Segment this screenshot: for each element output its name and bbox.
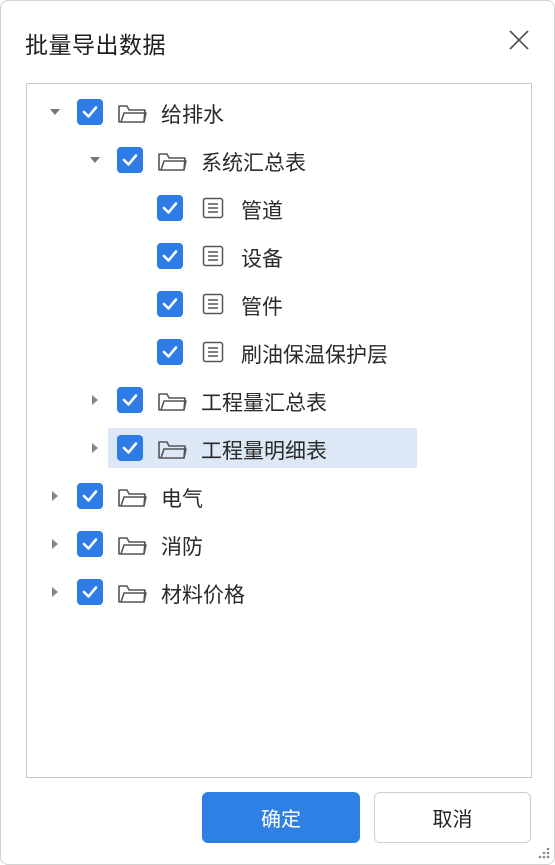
folder-icon [157,389,187,413]
tree-node-xiaofang[interactable]: 消防 [27,524,531,564]
node-checkbox[interactable] [157,339,183,365]
caret-down-icon[interactable] [48,105,62,119]
caret-right-icon[interactable] [48,585,62,599]
tree-node-gongchengliang-huizong[interactable]: 工程量汇总表 [27,380,531,420]
node-checkbox[interactable] [77,531,103,557]
tree-node-cailiaojiage[interactable]: 材料价格 [27,572,531,612]
cancel-button[interactable]: 取消 [374,792,531,843]
export-dialog: 批量导出数据 给排水 系统汇总表 管道 设备 管件 刷油保温保护层 工程量汇总表… [0,0,555,865]
node-label: 电气 [161,487,203,511]
tree-node-dianqi[interactable]: 电气 [27,476,531,516]
tree-node-guanjian[interactable]: 管件 [27,284,531,324]
tree-node-gongchengliang-mingxi[interactable]: 工程量明细表 [92,428,417,468]
close-button[interactable] [502,23,536,57]
tree-node-guandao[interactable]: 管道 [27,188,531,228]
check-icon [82,538,98,550]
node-label: 刷油保温保护层 [241,343,388,367]
dialog-title: 批量导出数据 [25,33,166,59]
tree-node-geipaishui[interactable]: 给排水 [27,92,531,132]
tree-node-shuayou[interactable]: 刷油保温保护层 [27,332,531,372]
tree-panel: 给排水 系统汇总表 管道 设备 管件 刷油保温保护层 工程量汇总表 工程量明细表… [26,83,532,778]
node-label: 管件 [241,295,283,319]
node-checkbox[interactable] [117,147,143,173]
node-label: 系统汇总表 [201,151,306,175]
document-icon [201,244,225,268]
resize-grip-icon[interactable] [535,844,551,860]
folder-icon [117,101,147,125]
check-icon [162,346,178,358]
node-checkbox[interactable] [157,291,183,317]
check-icon [122,442,138,454]
document-icon [201,196,225,220]
node-label: 给排水 [161,103,224,127]
check-icon [122,394,138,406]
caret-right-icon[interactable] [48,489,62,503]
confirm-button[interactable]: 确定 [202,792,360,843]
node-checkbox[interactable] [157,195,183,221]
tree-node-xitonghuizongbiao[interactable]: 系统汇总表 [27,140,531,180]
check-icon [82,106,98,118]
document-icon [201,292,225,316]
folder-icon [117,581,147,605]
node-label: 设备 [241,247,283,271]
node-label: 工程量汇总表 [201,391,327,415]
node-checkbox[interactable] [77,99,103,125]
caret-right-icon[interactable] [88,441,102,455]
caret-right-icon[interactable] [48,537,62,551]
node-checkbox[interactable] [117,387,143,413]
node-label: 材料价格 [161,583,245,607]
folder-icon [157,437,187,461]
check-icon [162,250,178,262]
check-icon [122,154,138,166]
check-icon [82,586,98,598]
node-label: 消防 [161,535,203,559]
caret-right-icon[interactable] [88,393,102,407]
node-checkbox[interactable] [157,243,183,269]
folder-icon [117,485,147,509]
node-label: 管道 [241,199,283,223]
close-icon [509,30,529,50]
document-icon [201,340,225,364]
caret-down-icon[interactable] [88,153,102,167]
node-label: 工程量明细表 [201,439,327,463]
folder-icon [117,533,147,557]
tree-node-shebei[interactable]: 设备 [27,236,531,276]
check-icon [82,490,98,502]
node-checkbox[interactable] [117,435,143,461]
check-icon [162,202,178,214]
folder-icon [157,149,187,173]
check-icon [162,298,178,310]
node-checkbox[interactable] [77,579,103,605]
node-checkbox[interactable] [77,483,103,509]
